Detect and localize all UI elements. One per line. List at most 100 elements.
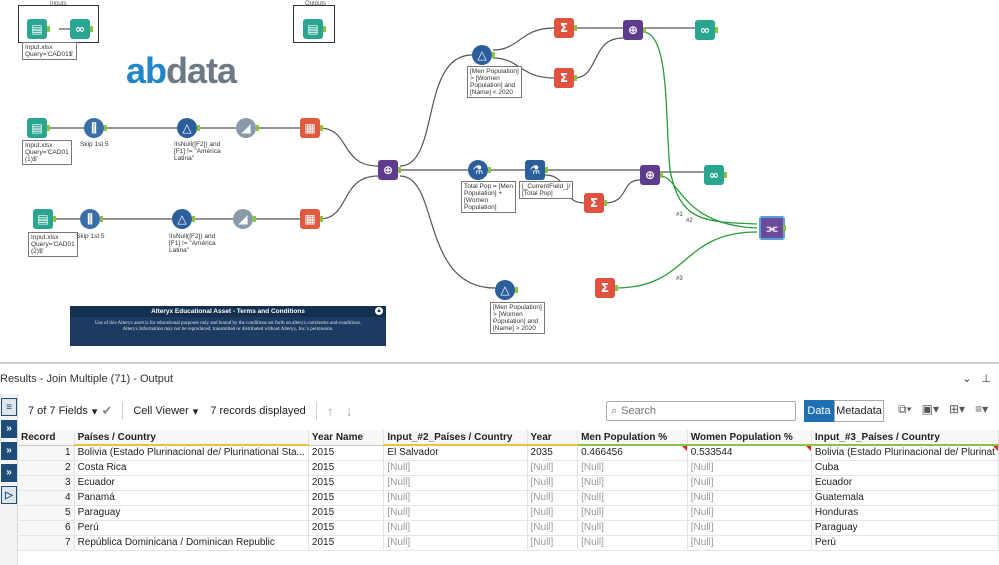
table-row[interactable]: 2 Costa Rica 2015 [Null] [Null] [Null] [Null] C… [18,460,999,476]
book-icon[interactable]: ▤ [303,19,326,39]
table-cell[interactable]: [Null] [577,520,688,536]
table-cell[interactable]: 2035 [527,445,579,461]
expand-icon[interactable]: » [1,442,17,460]
record-number-cell[interactable]: 2 [18,460,75,476]
expand-icon[interactable]: » [1,464,17,482]
table-cell[interactable]: 0.533544 [687,445,812,461]
metadata-button[interactable]: Metadata [834,400,884,422]
book-icon[interactable]: ▤ [33,209,56,229]
table-cell[interactable]: Perú [74,520,309,536]
column-header[interactable]: Input_#2_Países / Country [383,430,528,446]
table-cell[interactable]: [Null] [687,520,812,536]
table-cell[interactable]: [Null] [383,475,528,491]
column-header[interactable]: Países / Country [74,430,309,446]
table-cell[interactable]: 0.466456 [577,445,688,461]
table-cell[interactable]: 2015 [308,475,385,491]
table-cell[interactable]: [Null] [527,520,579,536]
book-icon[interactable]: ▤ [27,118,50,138]
chevron-down-icon[interactable]: ⌄ [962,372,971,385]
cell-viewer-dropdown[interactable]: Cell Viewer ▾ [127,405,204,418]
record-number-cell[interactable]: 4 [18,490,75,506]
table-cell[interactable]: [Null] [577,490,688,506]
column-header[interactable]: Record [18,430,75,446]
join-multiple-icon[interactable]: ⫘ [759,216,786,240]
sigma-icon[interactable]: Σ [584,193,607,213]
binoculars-icon[interactable]: ∞ [695,20,718,40]
save-icon[interactable]: ▣▾ [922,402,939,417]
filter-icon[interactable]: △ [177,118,200,138]
list-icon[interactable]: ≡ [1,398,17,416]
table-cell[interactable]: [Null] [383,490,528,506]
join-icon[interactable]: ⊕ [378,160,401,180]
filter-icon[interactable]: △ [472,45,495,65]
table-row[interactable]: 1 Bolivia (Estado Plurinacional de/ Pluri… [18,445,999,461]
tag-icon[interactable]: ▷ [1,486,17,504]
table-cell[interactable]: Ecuador [74,475,309,491]
table-row[interactable]: 3 Ecuador 2015 [Null] [Null] [Null] [Null] Ecua… [18,475,999,491]
table-cell[interactable]: Ecuador [811,475,999,491]
table-icon[interactable]: ▦ [300,209,323,229]
table-row[interactable]: 7 República Dominicana / Dominican Republ… [18,535,999,551]
record-number-cell[interactable]: 3 [18,475,75,491]
table-cell[interactable]: Paraguay [74,505,309,521]
pin-icon[interactable]: ⊥ [981,372,991,385]
table-cell[interactable]: Guatemala [811,490,999,506]
table-cell[interactable]: [Null] [527,505,579,521]
table-row[interactable]: 4 Panamá 2015 [Null] [Null] [Null] [Null] Guate… [18,490,999,506]
filter-icon[interactable]: △ [495,280,518,300]
workflow-canvas[interactable]: Inputs Outputs ▤ ∞ Input.xlsx Query='CAD… [0,0,999,362]
table-cell[interactable]: Bolivia (Estado Plurinacional de/ Plurin… [811,445,999,461]
record-number-cell[interactable]: 5 [18,505,75,521]
join-icon[interactable]: ⊕ [623,20,646,40]
table-cell[interactable]: Perú [811,535,999,551]
filter-icon[interactable]: △ [172,209,195,229]
multifield-formula-icon[interactable]: ⚗ [525,160,548,180]
table-cell[interactable]: [Null] [383,520,528,536]
book-icon[interactable]: ▤ [27,19,50,39]
table-cell[interactable]: [Null] [687,475,812,491]
table-cell[interactable]: 2015 [308,445,385,461]
table-cell[interactable]: [Null] [577,505,688,521]
formula-icon[interactable]: ⚗ [468,160,491,180]
table-cell[interactable]: Costa Rica [74,460,309,476]
table-cell[interactable]: República Dominicana / Dominican Republi… [74,535,309,551]
table-cell[interactable]: Panamá [74,490,309,506]
select-icon[interactable]: ⫼ [80,209,103,229]
table-options-icon[interactable]: ⊞▾ [949,402,965,417]
fields-dropdown[interactable]: 7 of 7 Fields ▾ ✔ [22,403,118,419]
table-row[interactable]: 5 Paraguay 2015 [Null] [Null] [Null] [Null] Hon… [18,505,999,521]
table-cell[interactable]: Honduras [811,505,999,521]
table-row[interactable]: 6 Perú 2015 [Null] [Null] [Null] [Null] Paragua… [18,520,999,536]
table-cell[interactable]: [Null] [527,475,579,491]
table-cell[interactable]: [Null] [687,535,812,551]
table-cell[interactable]: 2015 [308,520,385,536]
column-header[interactable]: Input_#3_Países / Country [811,430,999,446]
sigma-icon[interactable]: Σ [595,278,618,298]
arrow-down-icon[interactable]: ↓ [340,403,359,419]
arrow-up-icon[interactable]: ↑ [321,403,340,419]
binoculars-icon[interactable]: ∞ [704,165,727,185]
search-input[interactable]: ⌕ Search [606,401,796,421]
column-header[interactable]: Year [527,430,579,446]
table-cell[interactable]: 2015 [308,490,385,506]
table-cell[interactable]: [Null] [687,490,812,506]
table-cell[interactable]: [Null] [577,460,688,476]
collapse-icon[interactable]: ▲ [375,307,383,315]
menu-icon[interactable]: ≡▾ [975,402,988,417]
table-cell[interactable]: [Null] [383,535,528,551]
table-cell[interactable]: [Null] [577,535,688,551]
table-cell[interactable]: [Null] [687,505,812,521]
binoculars-icon[interactable]: ∞ [70,19,93,39]
sigma-icon[interactable]: Σ [554,68,577,88]
table-cell[interactable]: [Null] [527,460,579,476]
record-number-cell[interactable]: 6 [18,520,75,536]
column-header[interactable]: Men Population % [577,430,688,446]
table-cell[interactable]: [Null] [577,475,688,491]
sample-icon[interactable]: ◢ [233,209,256,229]
join-icon[interactable]: ⊕ [640,165,663,185]
table-cell[interactable]: Cuba [811,460,999,476]
table-cell[interactable]: Bolivia (Estado Plurinacional de/ Plurin… [74,445,309,461]
table-cell[interactable]: 2015 [308,535,385,551]
table-cell[interactable]: 2015 [308,460,385,476]
table-cell[interactable]: [Null] [383,505,528,521]
